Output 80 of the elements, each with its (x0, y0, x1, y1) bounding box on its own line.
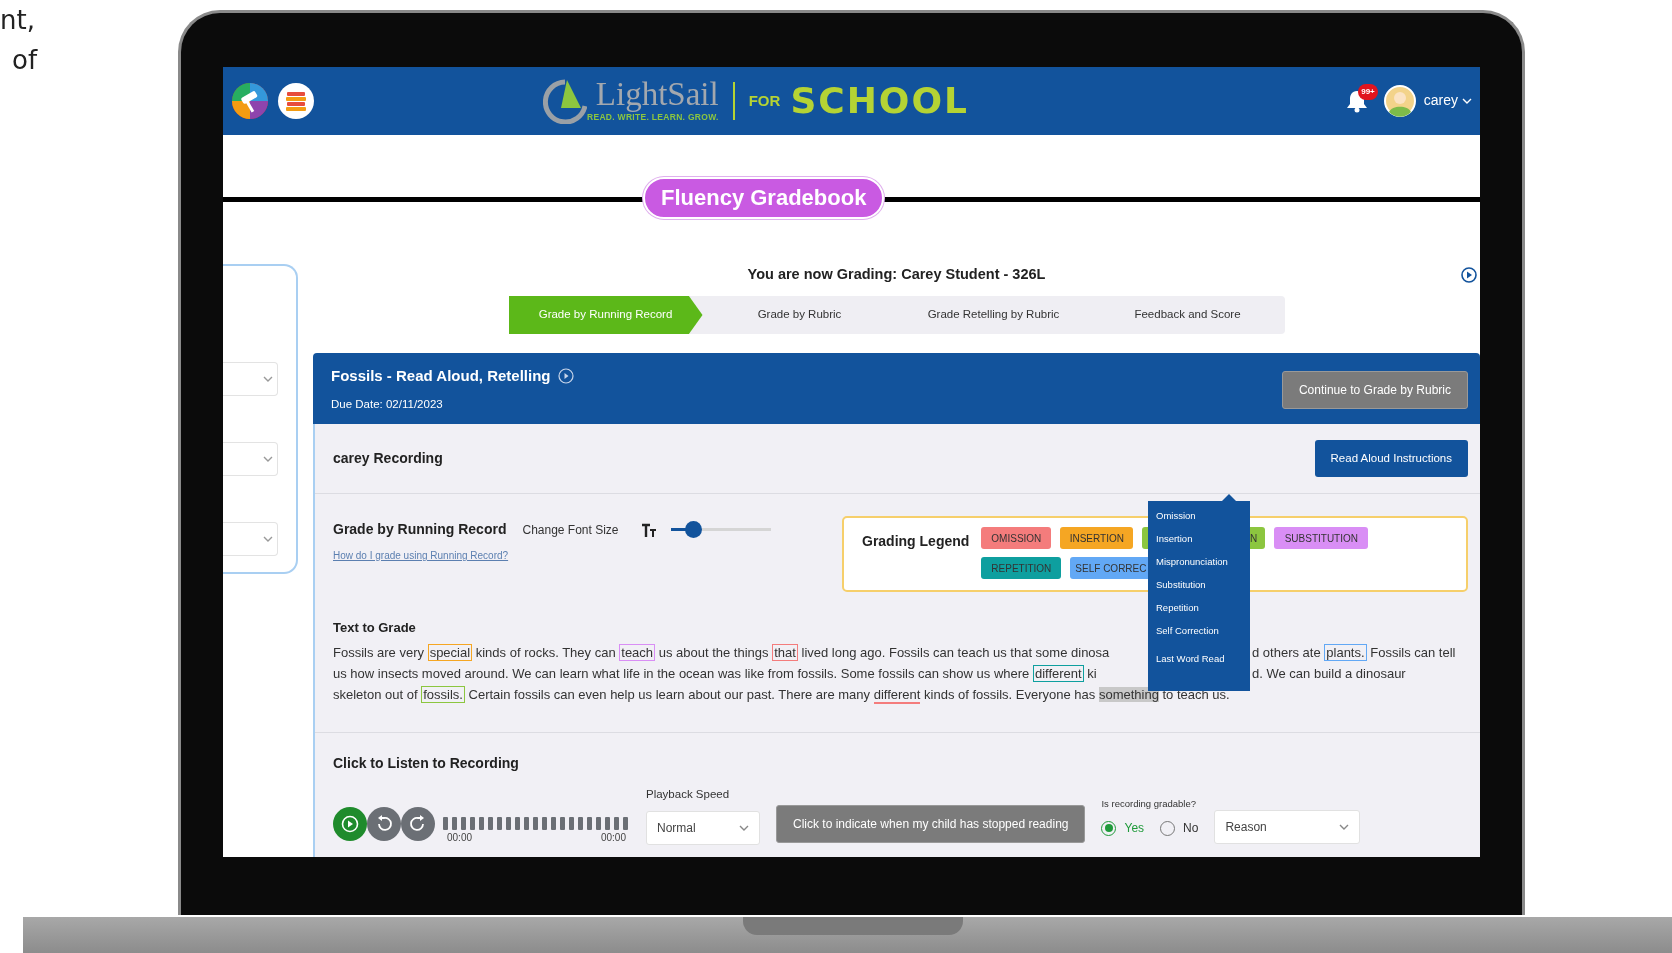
passage-text: ki (1086, 665, 1097, 681)
passage-text: skeleton out of (333, 686, 419, 702)
section-title: Click to Listen to Recording (333, 754, 520, 773)
menu-item[interactable]: Omission (1156, 510, 1250, 522)
legend-tag: REPETITION (981, 557, 1062, 579)
recording-label: carey Recording (333, 449, 443, 468)
continue-button[interactable]: Continue to Grade by Rubric (1281, 371, 1468, 409)
due-date: Due Date: 02/11/2023 (331, 396, 444, 412)
legend-title: Grading Legend (862, 532, 970, 551)
play-button[interactable] (333, 807, 367, 842)
radio-option[interactable]: No (1160, 819, 1199, 838)
passage-text: Fossils are very (333, 644, 426, 660)
playback-speed-label: Playback Speed (646, 787, 731, 802)
logo-text: FOR (748, 90, 781, 111)
elapsed-time: 00:00 (447, 831, 473, 846)
forward-button[interactable] (401, 807, 435, 842)
passage-text: lived long ago. Fossils can teach us that some dinosa (800, 644, 1110, 660)
logo-tagline: READ. WRITE. LEARN. GROW. (587, 112, 719, 124)
chevron-icon (263, 536, 273, 543)
marked-word[interactable]: different (873, 686, 921, 704)
marked-word[interactable]: something (1098, 686, 1159, 702)
passage-text: kinds of fossils. Everyone has (923, 686, 1097, 702)
play-icon (341, 815, 359, 834)
instructions-button[interactable]: Read Aloud Instructions (1314, 439, 1468, 478)
passage-text: us how insects moved around. We can learn what life in the ocean was like from fossils. Some fossils can show us where (333, 665, 1031, 681)
chevron-icon (1339, 824, 1350, 831)
user-menu[interactable]: carey (1423, 90, 1472, 112)
playback-speed-select[interactable]: Normal (646, 811, 760, 846)
duration-time: 00:00 (600, 831, 626, 846)
marked-word[interactable]: plants. (1324, 643, 1367, 661)
step-tab[interactable]: Feedback and Score (1090, 296, 1285, 334)
section-title: Grade by Running Record (333, 520, 507, 539)
forward-icon (409, 815, 427, 834)
stopped-reading-button[interactable]: Click to indicate when my child has stopped reading (776, 805, 1086, 844)
menu-item[interactable]: Repetition (1156, 602, 1250, 614)
passage-text: to teach us. (1161, 686, 1230, 702)
marked-word[interactable]: different (1032, 664, 1084, 682)
menu-item[interactable]: Last Word Read (1156, 653, 1250, 665)
rewind-button[interactable] (367, 807, 401, 842)
caption-text: of (11, 44, 39, 78)
help-link[interactable]: How do I grade using Running Record? (333, 548, 779, 563)
chevron-icon (263, 376, 273, 383)
passage-text: Certain fossils can even help us learn about our past. There are many (467, 686, 872, 702)
caption-text: nt, (0, 4, 36, 37)
marked-word[interactable]: that (772, 643, 798, 661)
section-title: Text to Grade (333, 619, 416, 637)
menu-item[interactable]: Substitution (1156, 579, 1250, 591)
assignment-title: Fossils - Read Aloud, Retelling (331, 366, 551, 386)
play-circle-icon[interactable] (1461, 267, 1477, 284)
reason-select[interactable]: Reason (1214, 810, 1361, 845)
font-size-label: Change Font Size (522, 521, 619, 539)
marked-word[interactable]: fossils. (421, 685, 465, 703)
marked-word[interactable]: special (427, 643, 473, 661)
legend-tag: OMISSION (981, 527, 1052, 549)
step-tab[interactable]: Grade by Rubric (702, 296, 897, 334)
avatar-icon[interactable] (1383, 84, 1416, 117)
rewind-icon (375, 815, 393, 834)
page-title: Fluency Gradebook (643, 176, 885, 219)
passage-text: kinds of rocks. They can (474, 644, 617, 660)
step-tab[interactable]: Grade Retelling by Rubric (896, 296, 1091, 334)
marked-word[interactable]: teach (619, 643, 656, 661)
passage-text: Fossils can tell (1369, 644, 1456, 660)
chevron-icon (1462, 97, 1472, 104)
legend-tag: INSERTION (1060, 527, 1134, 549)
chevron-icon (263, 456, 273, 463)
legend-tag: SUBSTITUTION (1274, 527, 1369, 549)
paint-roller-icon[interactable] (231, 81, 269, 120)
chevron-icon (739, 825, 749, 832)
passage-text: d others ate (1252, 644, 1322, 660)
notification-badge: 99+ (1358, 84, 1378, 101)
books-icon[interactable] (277, 81, 315, 120)
passage-text: d. We can build a dinosaur (1252, 665, 1406, 681)
grading-heading: You are now Grading: Carey Student - 326L (747, 265, 1046, 285)
sail-logo-icon (543, 77, 587, 124)
gradable-label: Is recording gradable? (1101, 797, 1198, 811)
menu-item[interactable]: Insertion (1156, 533, 1250, 545)
font-size-icon (640, 521, 657, 538)
menu-item[interactable]: Self Correction (1156, 625, 1250, 637)
passage-text: us about the things (657, 644, 770, 660)
logo-text: SCHOOL (790, 78, 969, 123)
